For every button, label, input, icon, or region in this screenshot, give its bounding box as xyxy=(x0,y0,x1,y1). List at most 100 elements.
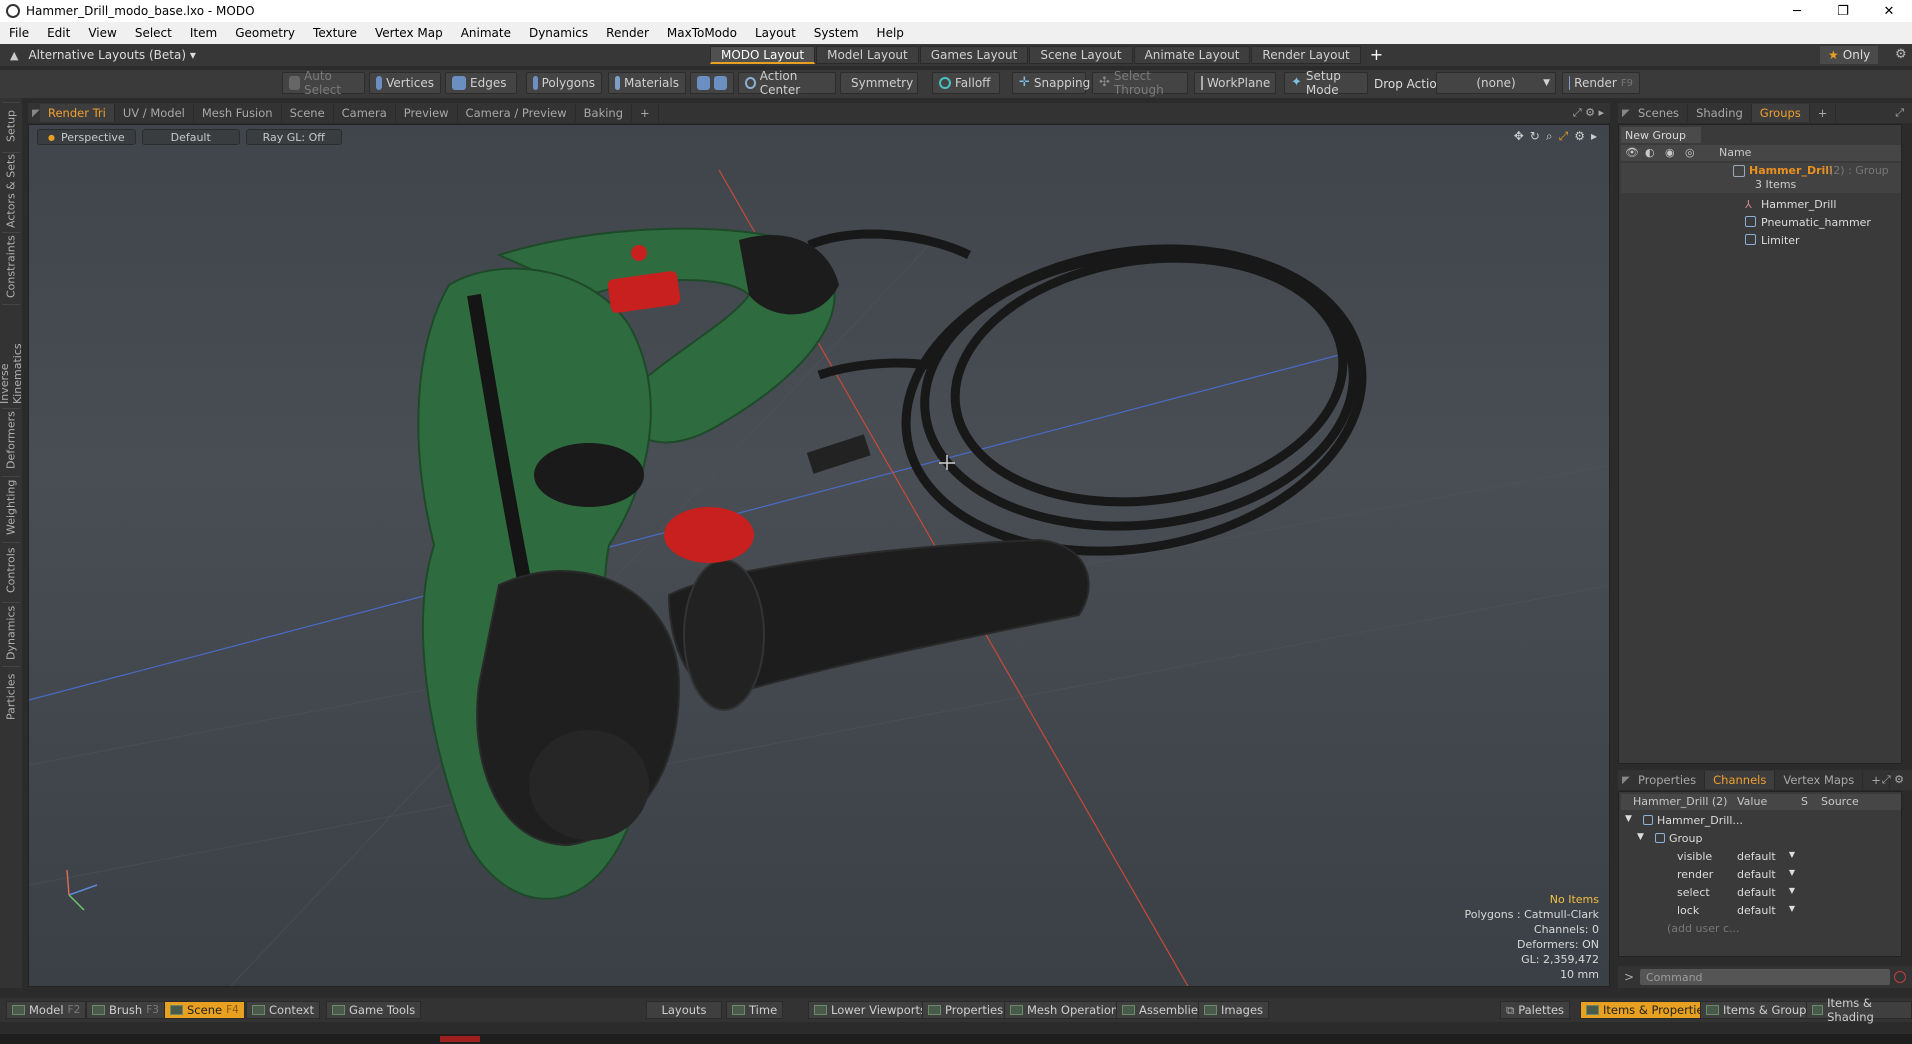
polygons-button[interactable]: Polygons xyxy=(526,72,602,94)
channel-row-visible[interactable]: visible default ▼ xyxy=(1621,848,1901,866)
tab-render-tri[interactable]: Render Tri xyxy=(40,104,115,122)
channel-row-lock[interactable]: lock default ▼ xyxy=(1621,902,1901,920)
select-mode-buttons[interactable] xyxy=(690,72,734,94)
channel-value-dropdown[interactable]: default ▼ xyxy=(1737,904,1795,917)
tab-scenes[interactable]: Scenes xyxy=(1630,104,1689,122)
viewport-view-dropdown[interactable]: ● Perspective xyxy=(37,129,136,145)
tab-games-layout[interactable]: Games Layout xyxy=(919,46,1029,64)
viewport-menu-icon[interactable]: ◤ xyxy=(28,108,40,119)
images-button[interactable]: Images xyxy=(1198,1001,1270,1019)
snapping-button[interactable]: ✛ Snapping xyxy=(1012,72,1090,94)
tab-modo-layout[interactable]: MODO Layout xyxy=(710,46,816,64)
side-tab-actors-sets[interactable]: Actors & Sets xyxy=(2,152,20,228)
tab-uv-model[interactable]: UV / Model xyxy=(115,104,194,122)
drop-action-dropdown[interactable]: (none) ▼ xyxy=(1436,72,1556,94)
side-tab-weighting[interactable]: Weighting xyxy=(2,476,20,538)
auto-select-button[interactable]: Auto Select xyxy=(282,69,365,97)
channels-menu-icon[interactable]: ◤ xyxy=(1618,775,1630,786)
model-mode-button[interactable]: Model F2 xyxy=(6,1001,87,1019)
mesh-operations-button[interactable]: Mesh Operations xyxy=(1004,1001,1131,1019)
tab-groups[interactable]: Groups xyxy=(1751,104,1810,122)
channel-value-dropdown[interactable]: default ▼ xyxy=(1737,886,1795,899)
channel-value-dropdown[interactable]: default ▼ xyxy=(1737,850,1795,863)
scene-mode-button[interactable]: Scene F4 xyxy=(164,1001,245,1019)
symmetry-button[interactable]: Symmetry xyxy=(840,72,918,94)
viewport-gear-icon[interactable]: ⚙ xyxy=(1574,129,1585,144)
tab-scene-layout[interactable]: Scene Layout xyxy=(1029,46,1133,64)
viewport-more-icon[interactable]: ▸ xyxy=(1591,129,1597,144)
side-tab-inverse-kinematics[interactable]: Inverse Kinematics xyxy=(0,304,24,404)
vertices-button[interactable]: Vertices xyxy=(369,72,441,94)
items-properties-button[interactable]: Items & Properties xyxy=(1580,1001,1716,1019)
side-tab-constraints[interactable]: Constraints xyxy=(2,232,20,300)
panel-expand-icon[interactable]: ⤢ xyxy=(1895,106,1904,120)
add-panel-tab-button[interactable]: + xyxy=(1810,104,1837,122)
action-center-button[interactable]: Action Center xyxy=(738,69,836,97)
raygl-toggle[interactable]: Ray GL: Off xyxy=(245,129,342,145)
command-input[interactable]: Command xyxy=(1640,969,1890,985)
edges-button[interactable]: Edges xyxy=(445,72,517,94)
group-child-row[interactable]: Limiter xyxy=(1621,231,1901,249)
tab-scene[interactable]: Scene xyxy=(282,104,334,122)
menu-item[interactable]: Item xyxy=(181,26,226,40)
menu-layout[interactable]: Layout xyxy=(746,26,805,40)
materials-button[interactable]: Materials xyxy=(608,72,686,94)
tab-vertex-maps[interactable]: Vertex Maps xyxy=(1775,771,1864,789)
restore-button[interactable]: ❐ xyxy=(1820,0,1866,22)
context-button[interactable]: Context xyxy=(246,1001,321,1019)
add-viewport-tab-button[interactable]: + xyxy=(632,104,659,122)
side-tab-setup[interactable]: Setup xyxy=(2,102,20,148)
side-tab-dynamics[interactable]: Dynamics xyxy=(2,602,20,662)
group-child-row[interactable]: Pneumatic_hammer xyxy=(1621,213,1901,231)
lower-viewports-button[interactable]: Lower Viewports xyxy=(808,1001,932,1019)
menu-view[interactable]: View xyxy=(79,26,125,40)
viewport-options-icons[interactable]: ⤢ ⚙ ▸ xyxy=(1573,106,1604,120)
viewport-shading-dropdown[interactable]: Default xyxy=(141,129,240,145)
tab-preview[interactable]: Preview xyxy=(396,104,458,122)
render-button[interactable]: Render F9 xyxy=(1562,72,1640,94)
tab-channels[interactable]: Channels xyxy=(1705,771,1776,789)
group-row-root[interactable]: Hammer_Drill (2) : Group 3 Items xyxy=(1621,163,1901,193)
items-shading-button[interactable]: Items & Shading xyxy=(1806,996,1912,1024)
side-tab-controls[interactable]: Controls xyxy=(2,542,20,598)
rotate-icon[interactable]: ↻ xyxy=(1530,129,1540,144)
menu-dynamics[interactable]: Dynamics xyxy=(520,26,597,40)
tab-properties[interactable]: Properties xyxy=(1630,771,1706,789)
tab-render-layout[interactable]: Render Layout xyxy=(1251,46,1361,64)
layouts-arrow-icon[interactable]: ▲ xyxy=(10,49,18,62)
menu-maxtomodo[interactable]: MaxToModo xyxy=(658,26,746,40)
panel-menu-icon[interactable]: ◤ xyxy=(1618,108,1630,119)
channel-item-row[interactable]: ▼ Hammer_Drill... xyxy=(1621,812,1901,830)
time-button[interactable]: Time xyxy=(726,1001,784,1019)
gear-icon[interactable]: ⚙ xyxy=(1895,47,1907,62)
items-groups-button[interactable]: Items & Groups xyxy=(1700,1001,1819,1019)
side-tab-deformers[interactable]: Deformers xyxy=(2,408,20,472)
properties-button[interactable]: Properties xyxy=(922,1001,1010,1019)
menu-file[interactable]: File xyxy=(0,26,38,40)
tab-camera[interactable]: Camera xyxy=(334,104,396,122)
menu-render[interactable]: Render xyxy=(597,26,658,40)
menu-select[interactable]: Select xyxy=(126,26,181,40)
tab-animate-layout[interactable]: Animate Layout xyxy=(1133,46,1251,64)
add-layout-button[interactable]: + xyxy=(1362,46,1391,64)
select-through-button[interactable]: ✣ Select Through xyxy=(1092,69,1188,97)
only-toggle[interactable]: ★ Only xyxy=(1820,46,1879,64)
add-user-channel[interactable]: (add user c... xyxy=(1621,920,1901,938)
channel-row-render[interactable]: render default ▼ xyxy=(1621,866,1901,884)
game-tools-button[interactable]: Game Tools xyxy=(326,1001,422,1019)
menu-system[interactable]: System xyxy=(805,26,868,40)
tab-shading[interactable]: Shading xyxy=(1688,104,1752,122)
minimize-button[interactable]: ─ xyxy=(1774,0,1820,22)
alternative-layouts-dropdown[interactable]: Alternative Layouts (Beta) ▾ xyxy=(28,48,195,62)
tab-camera-preview[interactable]: Camera / Preview xyxy=(458,104,576,122)
workplane-button[interactable]: WorkPlane xyxy=(1194,72,1276,94)
channels-options-icon[interactable]: ⤢ ⚙ xyxy=(1882,773,1904,787)
menu-animate[interactable]: Animate xyxy=(452,26,520,40)
layouts-button[interactable]: Layouts xyxy=(646,1001,722,1019)
tab-mesh-fusion[interactable]: Mesh Fusion xyxy=(194,104,282,122)
brush-mode-button[interactable]: Brush F3 xyxy=(86,1001,165,1019)
3d-viewport[interactable]: ● Perspective Default Ray GL: Off ✥ ↻ ⌕ ⤢… xyxy=(28,124,1610,987)
group-child-row[interactable]: ⅄ Hammer_Drill xyxy=(1621,195,1901,213)
channel-group-row[interactable]: ▼ Group xyxy=(1621,830,1901,848)
menu-edit[interactable]: Edit xyxy=(38,26,79,40)
